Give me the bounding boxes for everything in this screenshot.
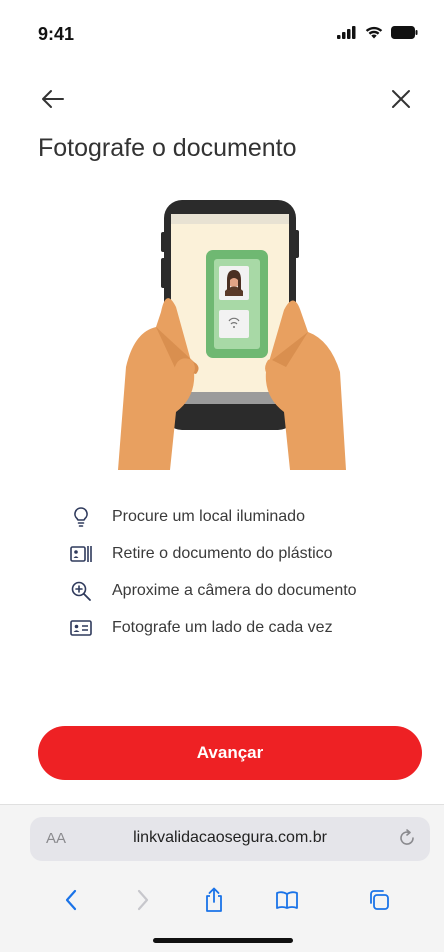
tabs-icon: [370, 890, 389, 910]
signal-icon: [337, 26, 357, 44]
browser-forward-button[interactable]: [128, 885, 158, 915]
lightbulb-icon: [70, 506, 92, 528]
reload-button[interactable]: [396, 827, 418, 849]
page-title: Fotografe o documento: [38, 134, 297, 162]
browser-toolbar: [0, 885, 444, 919]
tips-list: Procure um local iluminado Retire o docu…: [70, 498, 430, 646]
phone-document-illustration: [116, 192, 348, 470]
tip-text: Fotografe um lado de cada vez: [112, 618, 333, 636]
chevron-left-icon: [65, 889, 77, 911]
chevron-right-icon: [137, 889, 149, 911]
id-card-icon: [70, 617, 92, 639]
book-icon: [276, 891, 298, 909]
tip-text: Procure um local iluminado: [112, 507, 305, 525]
reload-icon: [400, 829, 414, 845]
list-item: Procure um local iluminado: [70, 498, 430, 535]
tabs-button[interactable]: [364, 885, 394, 915]
list-item: Fotografe um lado de cada vez: [70, 609, 430, 646]
list-item: Retire o documento do plástico: [70, 535, 430, 572]
arrow-left-icon: [42, 90, 64, 108]
bookmarks-button[interactable]: [272, 885, 302, 915]
home-indicator: [153, 938, 293, 943]
close-icon: [392, 90, 410, 108]
status-icons: [337, 26, 418, 44]
battery-icon: [391, 26, 418, 44]
list-item: Aproxime a câmera do documento: [70, 572, 430, 609]
status-time: 9:41: [38, 24, 75, 44]
wifi-icon: [365, 26, 383, 44]
tip-text: Aproxime a câmera do documento: [112, 581, 357, 599]
address-bar[interactable]: AA linkvalidacaosegura.com.br: [30, 817, 430, 861]
top-navigation: [0, 80, 444, 116]
share-button[interactable]: [199, 885, 229, 915]
status-bar: 9:41: [0, 0, 444, 60]
share-icon: [206, 887, 222, 912]
tip-text: Retire o documento do plástico: [112, 544, 333, 562]
back-button[interactable]: [38, 84, 68, 114]
browser-back-button[interactable]: [56, 885, 86, 915]
next-button[interactable]: Avançar: [38, 726, 422, 780]
url-text[interactable]: linkvalidacaosegura.com.br: [30, 829, 430, 847]
zoom-in-icon: [70, 580, 92, 602]
id-card-out-of-sleeve-icon: [70, 543, 92, 565]
close-button[interactable]: [386, 84, 416, 114]
browser-bar: AA linkvalidacaosegura.com.br: [0, 804, 444, 952]
